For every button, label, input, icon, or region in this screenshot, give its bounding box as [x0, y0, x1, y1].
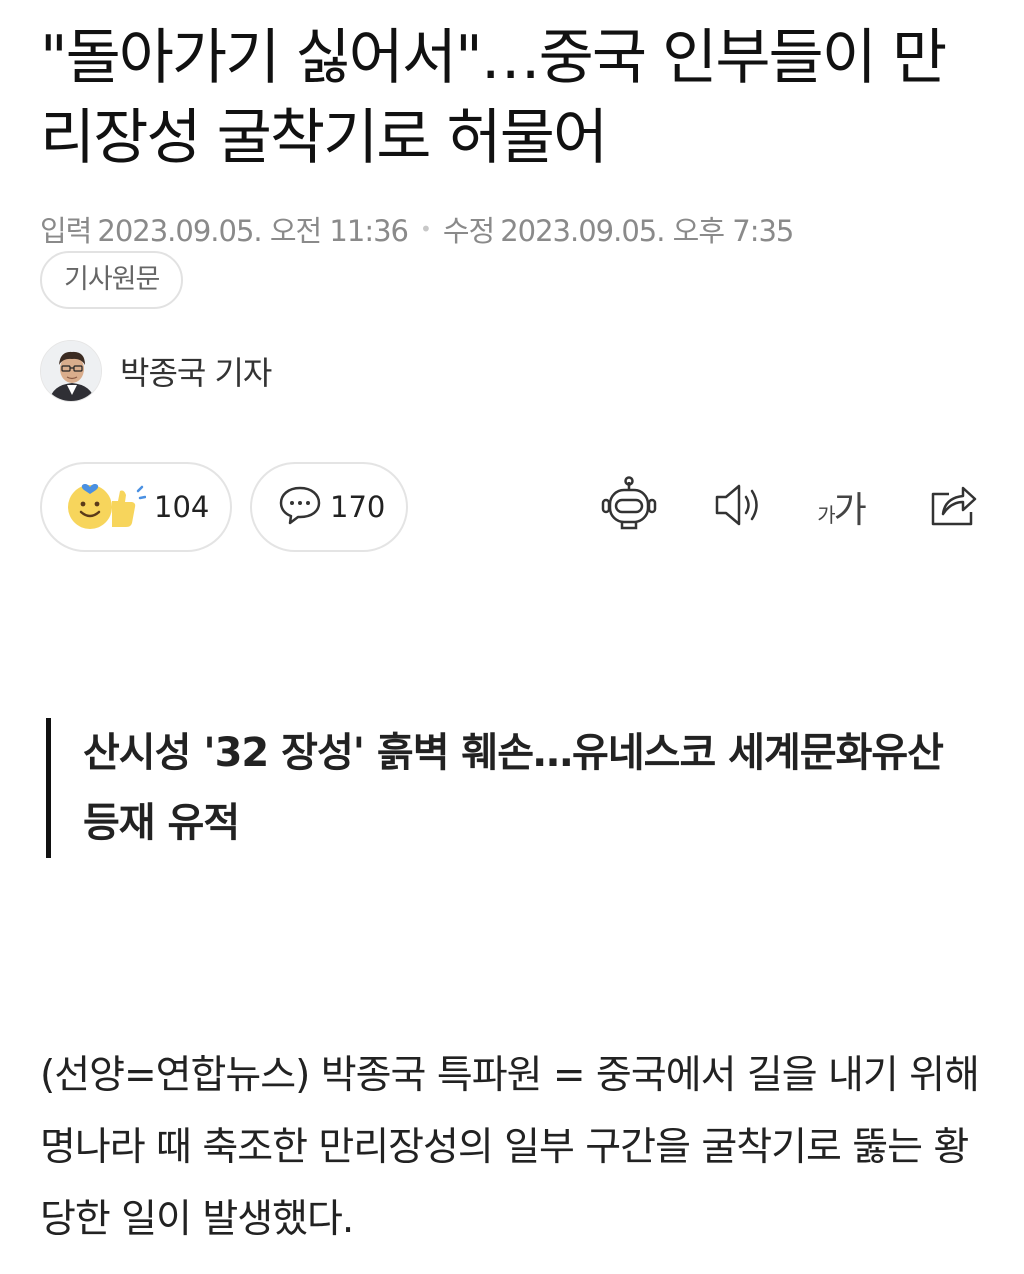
speech-bubble-icon	[278, 483, 322, 531]
font-size-icon: 가가	[817, 481, 867, 533]
smile-thumbs-reaction-icon	[66, 477, 147, 537]
robot-icon	[600, 476, 658, 538]
meta-separator: •	[420, 217, 432, 241]
article-body: (선양=연합뉴스) 박종국 특파원 = 중국에서 길을 내기 위해 명나라 때 …	[40, 1053, 980, 1242]
article-meta: 입력 2023.09.05. 오전 11:36 • 수정 2023.09.05.…	[40, 208, 794, 250]
article-page: "돌아가기 싫어서"…중국 인부들이 만리장성 굴착기로 허물어 입력 2023…	[0, 0, 1024, 1274]
article-subtitle: 산시성 '32 장성' 흙벽 훼손…유네스코 세계문화유산 등재 유적	[46, 718, 946, 858]
original-article-button[interactable]: 기사원문	[40, 251, 184, 309]
share-button[interactable]	[920, 474, 986, 540]
modified-date: 2023.09.05. 오후 7:35	[500, 214, 794, 248]
reporter-info[interactable]: 박종국 기자	[40, 340, 272, 402]
reaction-button[interactable]: 104	[40, 462, 232, 552]
input-label: 입력	[40, 214, 92, 248]
font-size-large-glyph: 가	[833, 490, 867, 531]
reaction-count: 104	[154, 490, 210, 524]
font-size-button[interactable]: 가가	[808, 474, 874, 540]
listen-audio-button[interactable]	[706, 474, 772, 540]
font-size-label: 가	[817, 503, 835, 527]
summary-bot-button[interactable]	[596, 474, 662, 540]
modified-label: 수정	[442, 214, 495, 248]
reporter-avatar[interactable]	[40, 340, 102, 402]
comment-count: 170	[330, 490, 386, 524]
article-action-row: 104 170 가가	[40, 462, 984, 552]
speaker-icon	[711, 480, 767, 534]
article-headline: "돌아가기 싫어서"…중국 인부들이 만리장성 굴착기로 허물어	[40, 23, 947, 173]
comment-button[interactable]: 170	[250, 462, 408, 552]
share-icon	[927, 480, 979, 534]
input-date: 2023.09.05. 오전 11:36	[97, 214, 409, 248]
reporter-name[interactable]: 박종국 기자	[120, 348, 272, 394]
